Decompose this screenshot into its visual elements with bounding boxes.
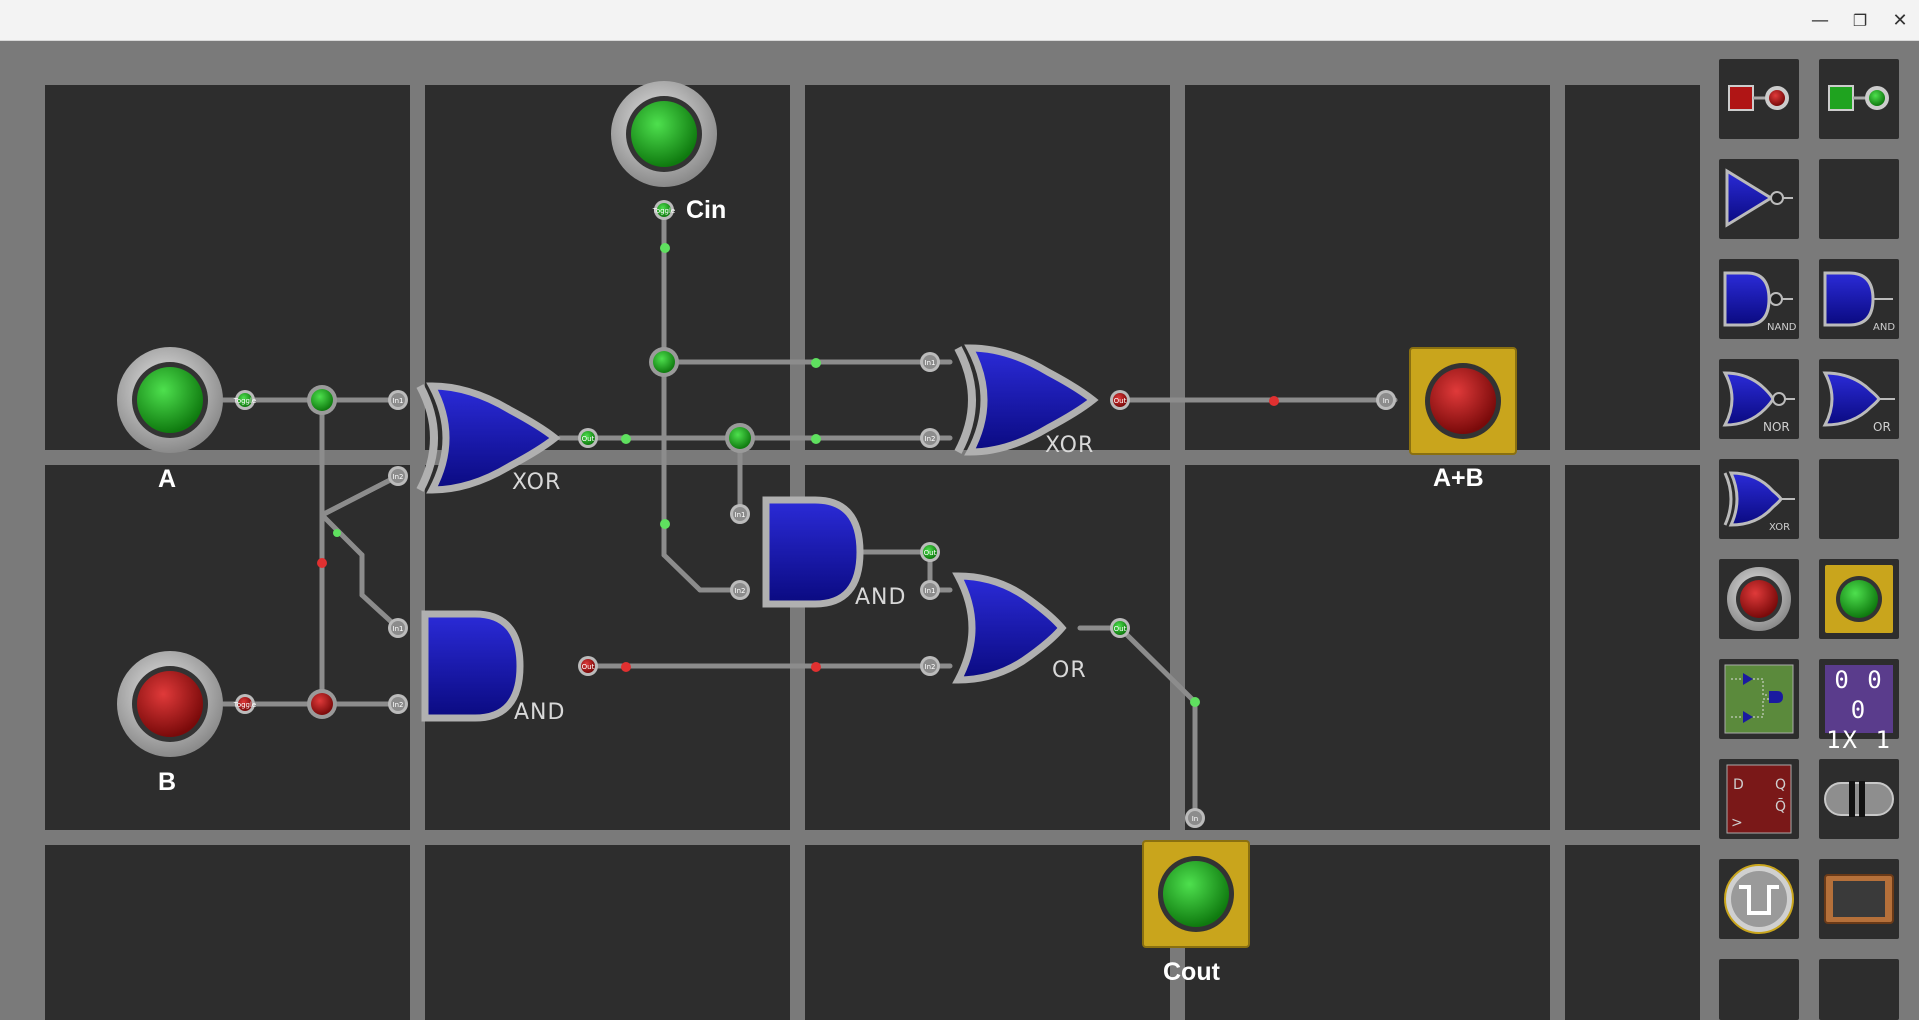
input-a-toggle[interactable] bbox=[117, 347, 223, 453]
pin-label-in1: In1 bbox=[393, 625, 404, 633]
palette-display-frame[interactable] bbox=[1819, 859, 1899, 939]
pin-label-out: Out bbox=[1114, 397, 1127, 405]
xor-gate-2-label: XOR bbox=[1045, 433, 1095, 458]
palette-clock[interactable] bbox=[1719, 859, 1799, 939]
input-b-label: B bbox=[158, 768, 177, 796]
and-gate-1[interactable] bbox=[421, 610, 524, 722]
palette-output-light[interactable] bbox=[1819, 559, 1899, 639]
dff-clock-label: > bbox=[1731, 815, 1743, 831]
pin-label-toggle-b: Toggle bbox=[233, 701, 257, 709]
xor-gate-1-label: XOR bbox=[512, 470, 562, 495]
palette-counter-display[interactable]: 0 0 0 1X 1 bbox=[1819, 659, 1899, 754]
output-light-icon bbox=[1825, 565, 1893, 633]
dff-q-label: Q bbox=[1775, 777, 1787, 793]
palette-push-button[interactable] bbox=[1719, 559, 1799, 639]
nand-label: NAND bbox=[1767, 322, 1797, 333]
junction-nodes bbox=[307, 347, 755, 719]
pin-label-in: In bbox=[1383, 397, 1390, 405]
push-button-icon bbox=[1727, 567, 1791, 631]
pin-label-in2: In2 bbox=[735, 587, 746, 595]
palette-nor-gate[interactable]: NOR bbox=[1719, 359, 1799, 439]
pin-label-in2: In2 bbox=[925, 663, 936, 671]
pin-label-in1: In1 bbox=[925, 359, 936, 367]
and-gate-2-label: AND bbox=[855, 585, 907, 610]
palette-and-gate[interactable]: AND bbox=[1819, 259, 1899, 339]
input-cin-toggle[interactable] bbox=[611, 81, 717, 187]
counter-display-icon: 0 0 0 1X 1 bbox=[1825, 665, 1893, 754]
or-label: OR bbox=[1873, 420, 1891, 434]
output-sum-light bbox=[1409, 347, 1517, 455]
pin-label-out: Out bbox=[1114, 625, 1127, 633]
palette-empty-slot bbox=[1819, 459, 1899, 539]
pin-label-in2: In2 bbox=[393, 701, 404, 709]
palette-or-gate[interactable]: OR bbox=[1819, 359, 1899, 439]
and-gate-1-label: AND bbox=[514, 700, 566, 725]
pin-label-out: Out bbox=[582, 435, 595, 443]
pin-label-in1: In1 bbox=[925, 587, 936, 595]
palette-d-flip-flop[interactable]: D Q Q̄ > bbox=[1719, 759, 1799, 839]
pin-label-out: Out bbox=[582, 663, 595, 671]
output-cout-light bbox=[1142, 840, 1250, 948]
toggle-off-icon bbox=[1728, 85, 1789, 111]
display-frame-icon bbox=[1824, 874, 1894, 924]
sub-circuit-icon bbox=[1724, 664, 1794, 734]
pin-label-out: Out bbox=[924, 549, 937, 557]
palette-nand-gate[interactable]: NAND bbox=[1719, 259, 1799, 339]
xor-label: XOR bbox=[1769, 522, 1791, 533]
pin-label-in1: In1 bbox=[393, 397, 404, 405]
palette-not-gate[interactable] bbox=[1719, 159, 1799, 239]
nor-label: NOR bbox=[1763, 420, 1790, 434]
palette-empty-slot bbox=[1719, 959, 1799, 1020]
pin-label-in1: In1 bbox=[735, 511, 746, 519]
and-label: AND bbox=[1873, 322, 1896, 333]
wire-bundle-icon bbox=[1824, 781, 1894, 817]
pin-label-in: In bbox=[1192, 815, 1199, 823]
palette-toggle-input-on[interactable] bbox=[1819, 59, 1899, 139]
pin-label-in2: In2 bbox=[393, 473, 404, 481]
output-sum-label: A+B bbox=[1433, 464, 1484, 492]
input-b-toggle[interactable] bbox=[117, 651, 223, 757]
and-gate-2[interactable] bbox=[762, 496, 864, 608]
pin-label-toggle-cin: Toggle bbox=[652, 207, 676, 215]
input-cin-label: Cin bbox=[686, 196, 727, 224]
palette-empty-slot bbox=[1819, 959, 1899, 1020]
dff-qbar-label: Q̄ bbox=[1775, 799, 1787, 815]
clock-icon bbox=[1724, 864, 1794, 934]
input-a-label: A bbox=[158, 465, 177, 493]
palette-toggle-input-off[interactable] bbox=[1719, 59, 1799, 139]
dff-d-label: D bbox=[1733, 777, 1744, 793]
not-gate-icon bbox=[1725, 168, 1793, 228]
palette-empty-slot bbox=[1819, 159, 1899, 239]
or-gate[interactable] bbox=[952, 572, 1067, 684]
output-cout-label: Cout bbox=[1163, 958, 1220, 986]
counter-line-2: 1X 1 bbox=[1826, 726, 1892, 754]
pin-label-toggle-a: Toggle bbox=[233, 397, 257, 405]
palette-wire-bundle[interactable] bbox=[1819, 759, 1899, 839]
circuit-canvas[interactable]: Toggle Toggle Toggle In1 In2 Out In1 In2… bbox=[0, 0, 1919, 1020]
counter-line-1: 0 0 0 bbox=[1834, 666, 1884, 724]
or-gate-label: OR bbox=[1052, 658, 1087, 683]
palette-xor-gate[interactable]: XOR bbox=[1719, 459, 1799, 539]
palette-sub-circuit[interactable] bbox=[1719, 659, 1799, 739]
pin-label-in2: In2 bbox=[925, 435, 936, 443]
toggle-on-icon bbox=[1828, 85, 1889, 111]
